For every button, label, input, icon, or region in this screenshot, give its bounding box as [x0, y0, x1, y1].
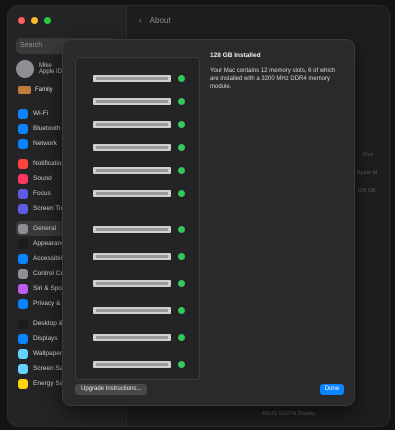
sidebar-item-label: Wallpaper [33, 350, 63, 357]
slot-status-icon [178, 167, 185, 174]
memory-module [93, 190, 171, 197]
sidebar-item-label: Displays [33, 335, 58, 342]
memory-module [93, 75, 171, 82]
sidebar-item-icon [18, 138, 28, 149]
sidebar-item-icon [18, 223, 28, 234]
sidebar-item-icon [18, 268, 28, 279]
sidebar-item-icon [18, 123, 28, 134]
bg-label-chip: Apple M [357, 170, 378, 176]
slot-status-icon [178, 361, 185, 368]
sidebar-item-icon [18, 188, 28, 199]
memory-slot [93, 120, 193, 130]
slot-status-icon [178, 98, 185, 105]
sidebar-item-label: Focus [33, 190, 51, 197]
sidebar-item-label: Sound [33, 175, 52, 182]
avatar [16, 60, 34, 78]
sidebar-item-icon [18, 378, 28, 389]
memory-slot [93, 252, 193, 262]
memory-module [93, 226, 171, 233]
page-title: About [149, 16, 171, 25]
memory-slot [93, 360, 193, 370]
memory-module [93, 334, 171, 341]
sidebar-item-label: Bluetooth [33, 125, 61, 132]
sidebar-item-icon [18, 318, 28, 329]
sidebar-item-icon [18, 298, 28, 309]
slot-status-icon [178, 253, 185, 260]
sidebar-item-icon [18, 348, 28, 359]
profile-sub: Apple ID [39, 69, 63, 75]
upgrade-instructions-button[interactable]: Upgrade Instructions... [75, 384, 148, 395]
memory-slot-panel [75, 57, 200, 380]
slot-status-icon [178, 280, 185, 287]
sidebar-item-icon [18, 158, 28, 169]
family-item[interactable]: Family [18, 86, 53, 94]
memory-slot [93, 74, 193, 84]
family-icon [18, 86, 31, 94]
sidebar-item-icon [18, 173, 28, 184]
memory-slot [93, 97, 193, 107]
sidebar-item-label: General [33, 225, 57, 232]
slot-status-icon [178, 307, 185, 314]
memory-module [93, 121, 171, 128]
memory-slot [93, 225, 193, 235]
memory-module [93, 280, 171, 287]
slot-status-icon [178, 121, 185, 128]
sidebar-item-icon [18, 333, 28, 344]
memory-description: Your Mac contains 12 memory slots, 6 of … [210, 68, 336, 90]
sidebar-item-icon [18, 363, 28, 374]
memory-slot [93, 279, 193, 289]
memory-slot [93, 166, 193, 176]
memory-sheet: 128 GB Installed Your Mac contains 12 me… [63, 40, 354, 405]
done-button[interactable]: Done [320, 384, 344, 395]
memory-slot [93, 333, 193, 343]
sidebar-item-icon [18, 253, 28, 264]
sidebar-item-icon [18, 238, 28, 249]
sidebar-item-icon [18, 283, 28, 294]
window-controls [18, 17, 51, 24]
minimize-button[interactable] [31, 17, 38, 24]
slot-status-icon [178, 334, 185, 341]
apple-id-profile[interactable]: Mike Apple ID [16, 60, 62, 78]
memory-module [93, 144, 171, 151]
memory-slot [93, 306, 193, 316]
slot-status-icon [178, 75, 185, 82]
memory-slot [93, 189, 193, 199]
bg-label-flux: Flux [363, 152, 374, 158]
memory-module [93, 361, 171, 368]
sidebar-item-icon [18, 203, 28, 214]
back-chevron-icon[interactable]: ‹ [139, 16, 142, 25]
memory-slot [93, 143, 193, 153]
family-label: Family [35, 87, 53, 93]
bg-display-row: ASUS VG27A Display [262, 411, 316, 417]
bg-label-memory: 128 GB [357, 188, 376, 194]
memory-module [93, 253, 171, 260]
slot-status-icon [178, 226, 185, 233]
close-button[interactable] [18, 17, 25, 24]
memory-module [93, 167, 171, 174]
sidebar-item-icon [18, 108, 28, 119]
zoom-button[interactable] [44, 17, 51, 24]
main-header: ‹ About [139, 16, 171, 25]
slot-status-icon [178, 190, 185, 197]
memory-title: 128 GB Installed [210, 52, 261, 59]
sidebar-item-label: Wi-Fi [33, 110, 49, 117]
settings-window: Search Mike Apple ID Family Wi-Fi Bluetoo… [8, 6, 389, 426]
memory-module [93, 98, 171, 105]
memory-module [93, 307, 171, 314]
slot-status-icon [178, 144, 185, 151]
sidebar-item-label: Network [33, 140, 57, 147]
